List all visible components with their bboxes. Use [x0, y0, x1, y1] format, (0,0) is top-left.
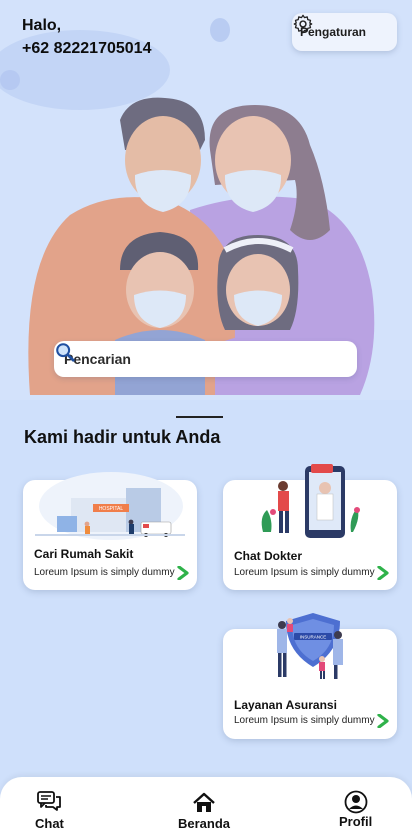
settings-button[interactable]: Pengaturan: [292, 13, 397, 51]
chevron-right-icon[interactable]: [377, 714, 389, 728]
hospital-sign-text: HOSPITAL: [99, 506, 124, 512]
nav-home-label: Beranda: [178, 816, 231, 831]
search-icon: [56, 343, 75, 362]
hero-banner: Halo, +62 82221705014 Pengaturan Pencari…: [0, 0, 412, 400]
card-description: Loreum Ipsum is simply dummy: [234, 567, 375, 578]
gear-icon: [293, 14, 313, 34]
section-divider: [176, 416, 223, 418]
card-insurance[interactable]: INSURANCE Layanan Asuransi Loreum Ipsum …: [223, 613, 397, 739]
search-input[interactable]: Pencarian: [54, 341, 357, 377]
nav-profile[interactable]: Profil: [339, 790, 372, 829]
chat-icon: [37, 791, 62, 811]
card-title: Layanan Asuransi: [234, 698, 337, 712]
insurance-badge-text: INSURANCE: [300, 635, 327, 640]
section-title: Kami hadir untuk Anda: [24, 427, 221, 447]
user-phone: +62 82221705014: [22, 40, 152, 57]
card-chat-doctor[interactable]: Chat Dokter Loreum Ipsum is simply dummy: [223, 464, 397, 590]
nav-profile-label: Profil: [339, 814, 373, 829]
doctor-chat-illustration: [261, 464, 360, 538]
nav-chat-label: Chat: [35, 816, 64, 831]
chevron-right-icon[interactable]: [377, 566, 389, 580]
greeting-block: Halo, +62 82221705014: [22, 14, 151, 60]
insurance-illustration: INSURANCE: [277, 613, 343, 679]
card-title: Chat Dokter: [234, 549, 303, 563]
card-description: Loreum Ipsum is simply dummy: [234, 715, 375, 726]
bottom-navigation: Chat Beranda Profil: [0, 777, 412, 835]
greeting-text: Halo,: [22, 17, 62, 34]
family-illustration: [0, 18, 375, 395]
card-description: Loreum Ipsum is simply dummy: [34, 567, 175, 578]
nav-chat[interactable]: Chat: [35, 790, 64, 831]
hospital-illustration: HOSPITAL: [35, 472, 185, 540]
card-title: Cari Rumah Sakit: [34, 547, 134, 561]
chevron-right-icon[interactable]: [177, 566, 189, 580]
profile-icon: [344, 790, 368, 814]
home-icon: [193, 792, 215, 812]
card-find-hospital[interactable]: HOSPITAL Cari Rumah Sakit Loreum Ipsum i…: [23, 472, 197, 590]
nav-home[interactable]: Beranda: [178, 792, 230, 831]
